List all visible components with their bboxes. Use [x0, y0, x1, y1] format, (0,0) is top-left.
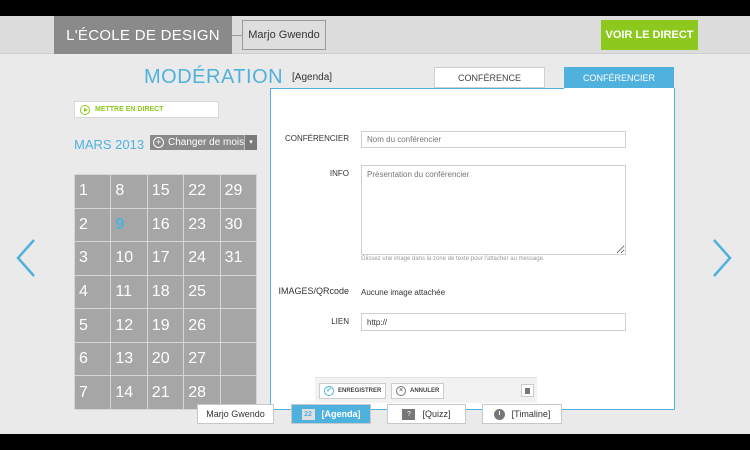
bottom-tab-quizz[interactable]: ? [Quizz]: [387, 404, 466, 424]
calendar-day[interactable]: 26: [183, 308, 221, 343]
calendar-day[interactable]: 24: [183, 241, 221, 276]
calendar-day[interactable]: 14: [110, 375, 148, 410]
images-label: IMAGES/QRcode: [278, 286, 349, 296]
calendar-day[interactable]: 6: [73, 341, 112, 377]
delete-icon[interactable]: [521, 384, 534, 397]
check-icon: ✓: [324, 386, 334, 396]
calendar-day[interactable]: 22: [183, 174, 221, 209]
page-section: [Agenda]: [292, 72, 333, 83]
calendar-icon: 22: [301, 408, 315, 420]
page-title: MODÉRATION: [144, 66, 284, 88]
tab-speaker[interactable]: CONFÉRENCIER: [564, 67, 674, 89]
plus-icon: +: [153, 137, 164, 148]
speaker-label: CONFÉRENCIER: [284, 134, 349, 143]
calendar-day-empty: [219, 341, 258, 377]
clock-icon: [493, 408, 505, 420]
calendar-day[interactable]: 7: [73, 375, 112, 410]
calendar-day[interactable]: 15: [146, 174, 185, 209]
calendar-day[interactable]: 19: [146, 308, 185, 343]
bottom-tab-quizz-label: [Quizz]: [422, 409, 451, 419]
save-button[interactable]: ✓ ENREGISTRER: [319, 383, 387, 399]
change-month-button[interactable]: + Changer de mois ▾: [150, 135, 257, 150]
calendar-day[interactable]: 20: [146, 341, 185, 377]
calendar-day[interactable]: 29: [219, 174, 258, 209]
bottom-tab-timeline[interactable]: [Timaline]: [482, 404, 562, 424]
calendar-day[interactable]: 3: [73, 241, 112, 276]
go-live-label: METTRE EN DIRECT: [95, 106, 164, 113]
tab-connector: [564, 88, 674, 89]
link-label: LIEN: [331, 317, 349, 326]
calendar-day[interactable]: 9: [110, 207, 148, 243]
calendar-day[interactable]: 10: [110, 241, 148, 276]
chevron-down-icon[interactable]: ▾: [244, 135, 257, 150]
bottom-tab-user[interactable]: Marjo Gwendo: [197, 404, 274, 424]
calendar-day[interactable]: 31: [219, 241, 258, 276]
user-name[interactable]: Marjo Gwendo: [232, 20, 326, 50]
images-status: Aucune image attachée: [361, 288, 446, 297]
calendar-day[interactable]: 23: [183, 207, 221, 243]
calendar-day[interactable]: 25: [183, 274, 221, 310]
calendar-day-empty: [219, 274, 258, 310]
cancel-button[interactable]: × ANNULER: [391, 383, 445, 399]
speaker-name-input[interactable]: [361, 131, 626, 148]
tab-conference[interactable]: CONFÉRENCE: [434, 67, 545, 88]
previous-arrow-icon[interactable]: [15, 238, 37, 278]
calendar-day[interactable]: 8: [110, 174, 148, 209]
calendar-day[interactable]: 16: [146, 207, 185, 243]
speaker-info-textarea[interactable]: [361, 165, 626, 255]
form-actions: ✓ ENREGISTRER × ANNULER: [315, 377, 537, 403]
calendar-day[interactable]: 17: [146, 241, 185, 276]
bottom-tab-agenda[interactable]: 22 [Agenda]: [291, 404, 371, 424]
close-icon: ×: [396, 386, 406, 396]
calendar-grid: 1 8 15 22 29 2 9 16 23 30 3 10 17 24 31 4 11 18 25 5 12 19 26 6…: [73, 174, 258, 410]
calendar-month: MARS 2013: [74, 137, 145, 152]
bottom-tab-agenda-label: [Agenda]: [321, 409, 361, 419]
calendar-day[interactable]: 12: [110, 308, 148, 343]
info-label: INFO: [329, 169, 349, 178]
calendar-day[interactable]: 4: [73, 274, 112, 310]
view-live-button[interactable]: VOIR LE DIRECT: [601, 20, 698, 50]
change-month-label: Changer de mois: [168, 137, 245, 148]
brand-logo: L'ÉCOLE DE DESIGN: [54, 16, 232, 54]
calendar-day[interactable]: 30: [219, 207, 258, 243]
link-input[interactable]: [361, 313, 626, 331]
calendar-day[interactable]: 11: [110, 274, 148, 310]
next-arrow-icon[interactable]: [711, 238, 733, 278]
save-label: ENREGISTRER: [338, 388, 382, 394]
calendar-day[interactable]: 2: [73, 207, 112, 243]
play-icon: [80, 104, 90, 115]
calendar-day[interactable]: 13: [110, 341, 148, 377]
calendar-day[interactable]: 5: [73, 308, 112, 343]
bottom-tab-user-label: Marjo Gwendo: [206, 409, 265, 419]
calendar-day-empty: [219, 308, 258, 343]
top-bar: L'ÉCOLE DE DESIGN Marjo Gwendo VOIR LE D…: [0, 16, 750, 54]
calendar-day[interactable]: 1: [73, 174, 112, 209]
bottom-tab-timeline-label: [Timaline]: [511, 409, 551, 419]
app-screen: L'ÉCOLE DE DESIGN Marjo Gwendo VOIR LE D…: [0, 16, 750, 434]
go-live-button[interactable]: METTRE EN DIRECT: [74, 101, 219, 118]
calendar-day[interactable]: 21: [146, 375, 185, 410]
calendar-day[interactable]: 27: [183, 341, 221, 377]
question-icon: ?: [402, 408, 416, 420]
calendar-day[interactable]: 18: [146, 274, 185, 310]
cancel-label: ANNULER: [410, 388, 440, 394]
drop-image-hint: Glissez une image dans la zone de texte …: [361, 256, 545, 262]
